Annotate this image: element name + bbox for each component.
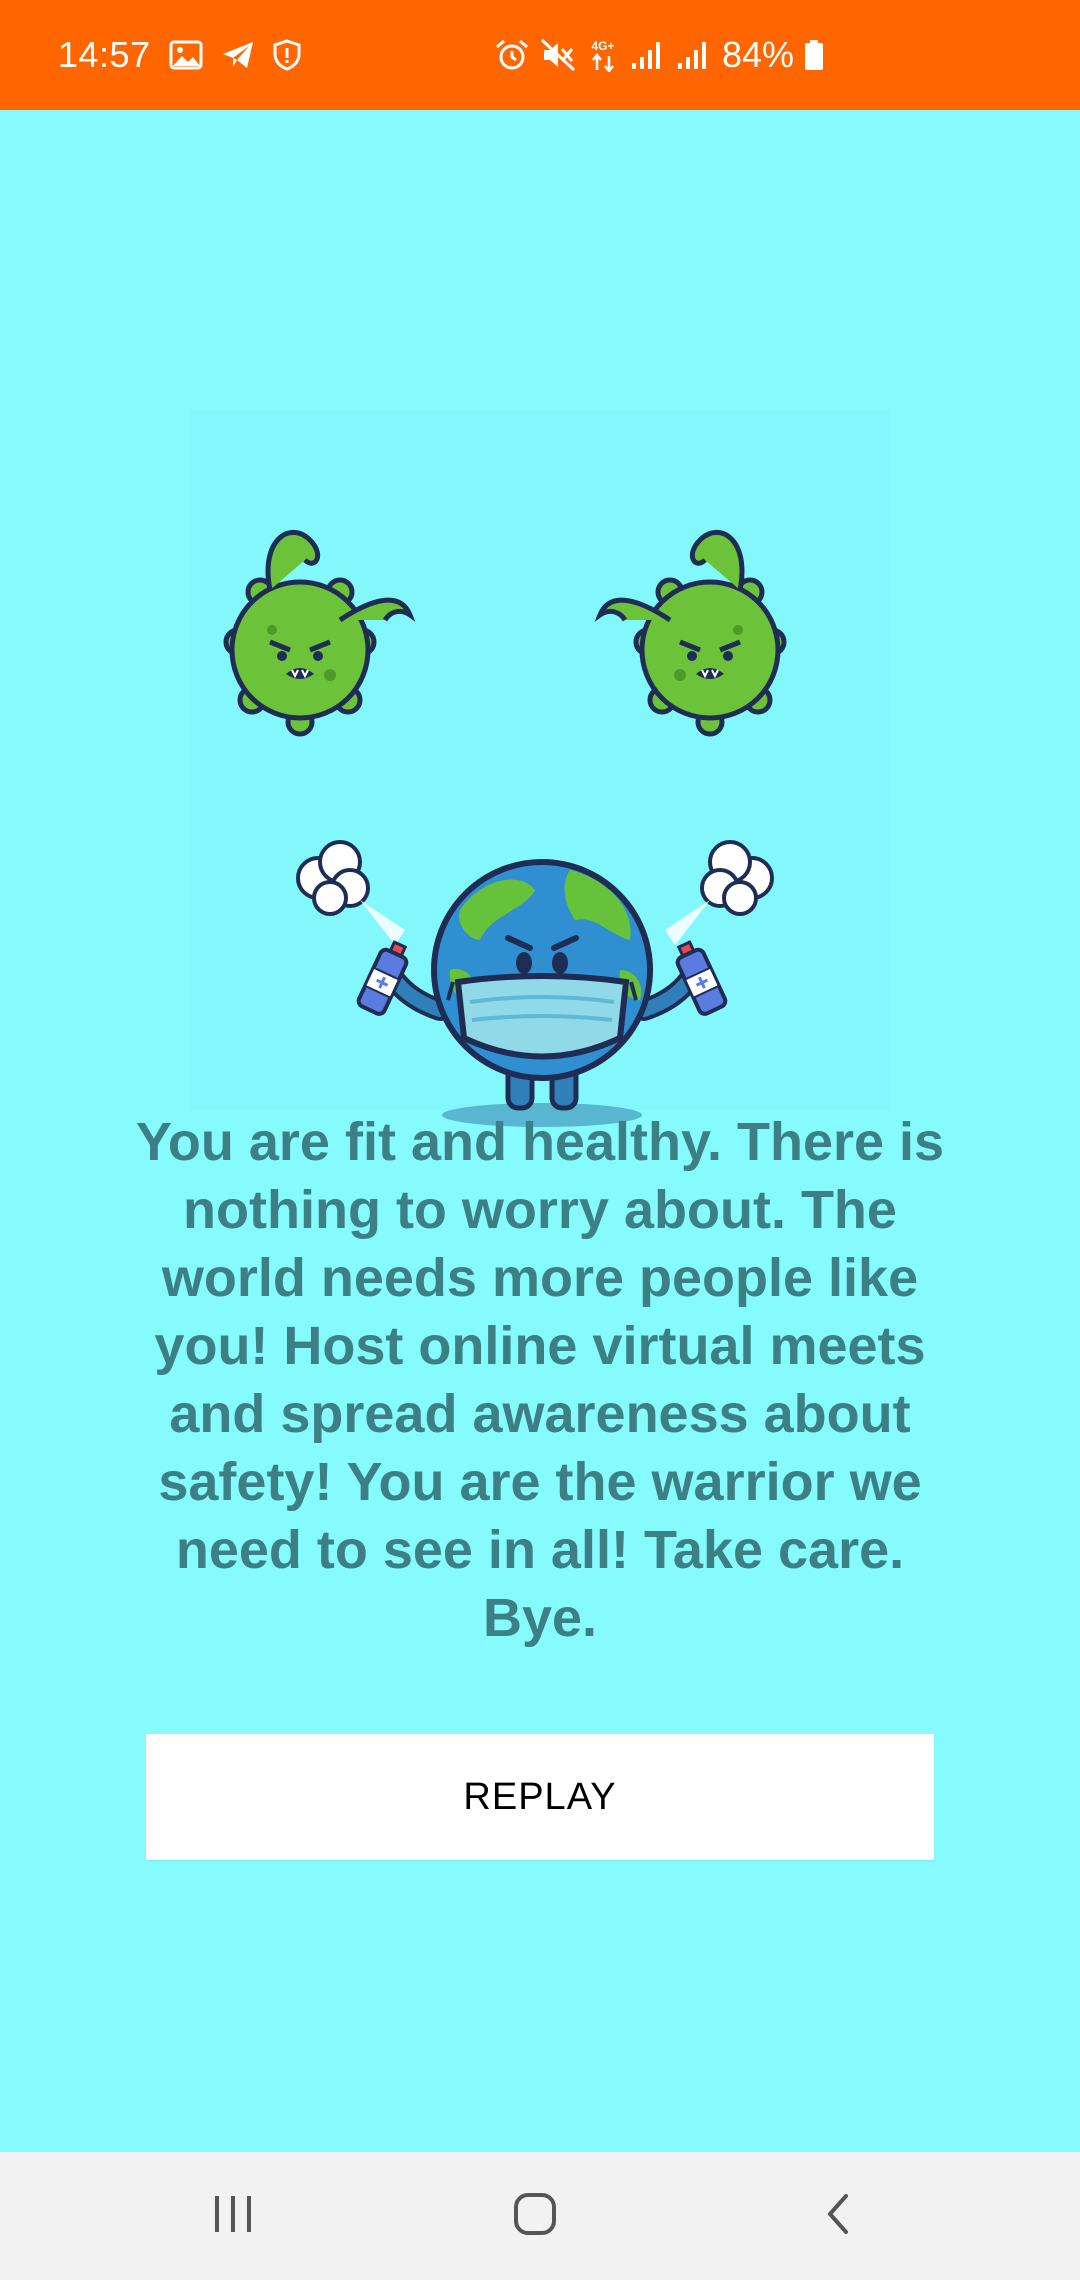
main-content: You are fit and healthy. There is nothin… bbox=[0, 110, 1080, 2152]
telegram-icon bbox=[221, 40, 255, 70]
gallery-icon bbox=[169, 40, 203, 70]
back-icon bbox=[822, 2192, 852, 2241]
status-left: 14:57 bbox=[58, 0, 301, 110]
battery-percent: 84% bbox=[722, 34, 795, 75]
signal-icon bbox=[676, 39, 712, 71]
vibrate-mute-icon bbox=[540, 38, 576, 72]
home-icon bbox=[512, 2191, 558, 2242]
recent-apps-icon bbox=[211, 2194, 255, 2239]
earth-icon bbox=[431, 859, 653, 1081]
alarm-icon bbox=[494, 38, 530, 72]
navigation-bar bbox=[0, 2152, 1080, 2280]
battery-icon bbox=[804, 39, 824, 71]
status-time: 14:57 bbox=[58, 34, 151, 75]
replay-button[interactable]: REPLAY bbox=[146, 1734, 934, 1860]
back-button[interactable] bbox=[757, 2152, 917, 2280]
network-4g-icon: 4G+ bbox=[586, 38, 620, 72]
status-right: 4G+ 84% bbox=[494, 0, 824, 110]
status-bar: 14:57 4G+ 84% bbox=[0, 0, 1080, 110]
home-button[interactable] bbox=[455, 2152, 615, 2280]
earth-mask-illustration bbox=[190, 410, 890, 1210]
result-message: You are fit and healthy. There is nothin… bbox=[135, 1112, 945, 1648]
signal-icon bbox=[630, 39, 666, 71]
recent-apps-button[interactable] bbox=[153, 2152, 313, 2280]
shield-icon bbox=[273, 39, 301, 71]
svg-text:4G+: 4G+ bbox=[591, 39, 614, 53]
